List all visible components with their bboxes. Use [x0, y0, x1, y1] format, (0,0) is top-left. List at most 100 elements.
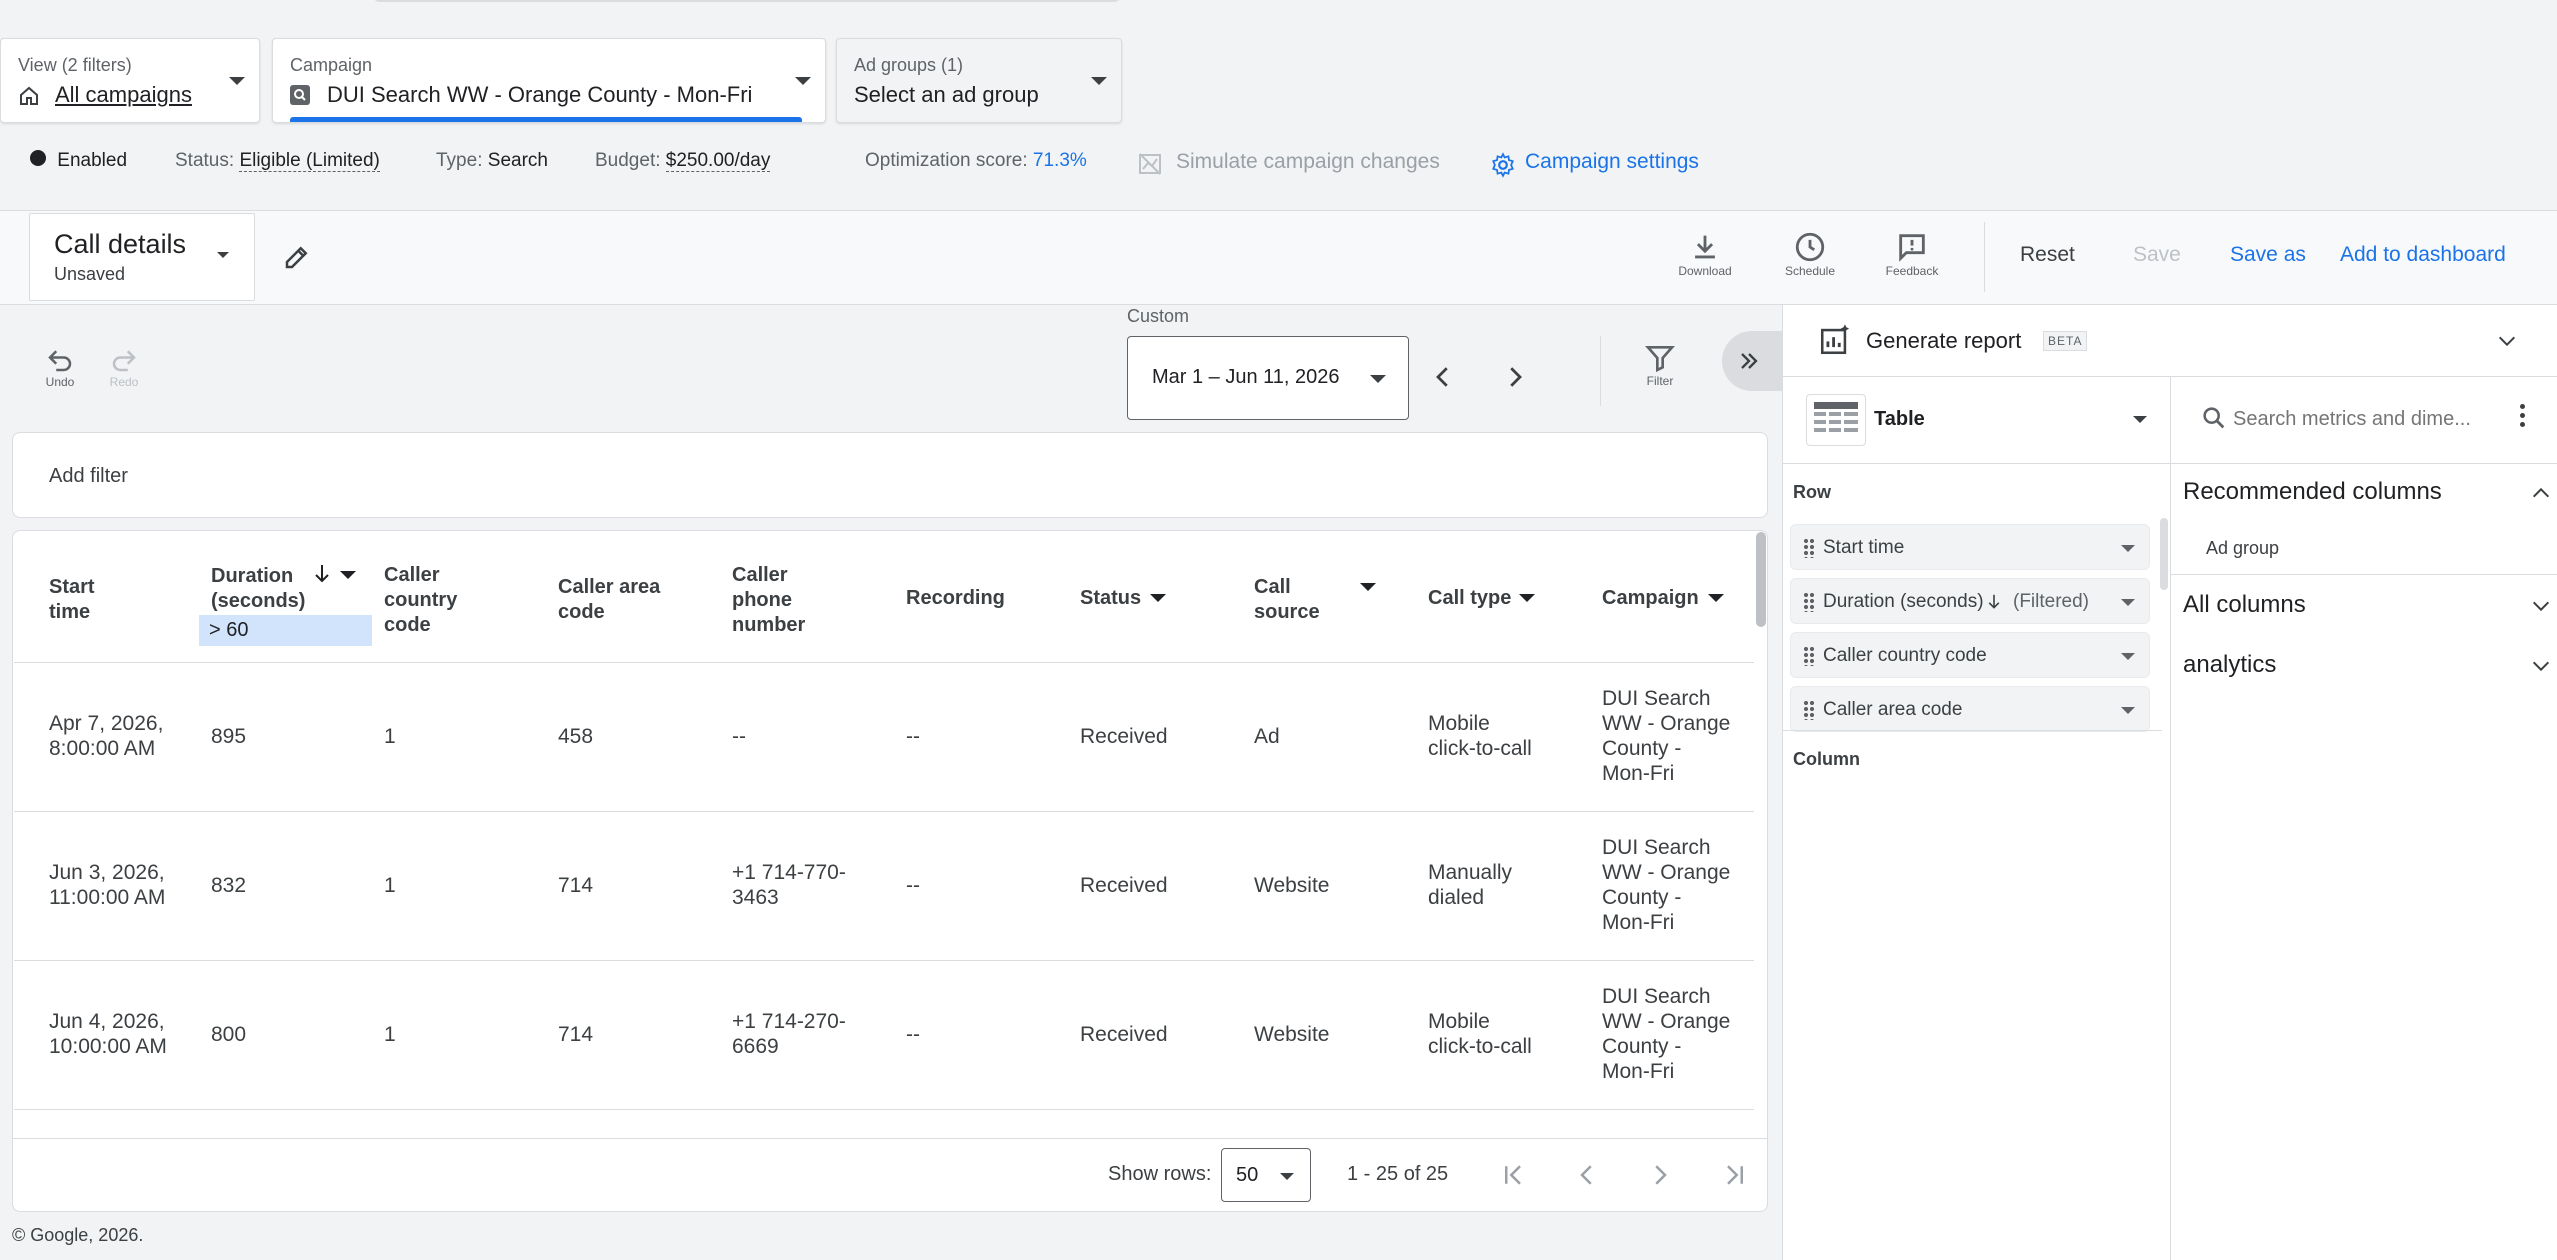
- cell-area-code: 458: [558, 725, 594, 748]
- cell-phone: --: [732, 725, 746, 748]
- search-metrics-input[interactable]: [2233, 404, 2473, 434]
- row-divider: [14, 811, 1754, 812]
- expand-panel-button[interactable]: [1722, 331, 1782, 391]
- type-value: Search: [487, 150, 548, 171]
- download-icon: [1688, 230, 1722, 264]
- previous-period-button[interactable]: [1428, 360, 1458, 394]
- schedule-button[interactable]: Schedule: [1775, 230, 1845, 278]
- row-chip-caller-country-code[interactable]: Caller country code: [1790, 632, 2150, 678]
- feedback-label: Feedback: [1885, 264, 1939, 278]
- drag-handle-icon[interactable]: [1803, 592, 1815, 612]
- first-page-button[interactable]: [1500, 1160, 1530, 1190]
- adgroup-label: Ad groups (1): [854, 55, 964, 75]
- adgroup-selector[interactable]: Ad groups (1) Select an ad group: [836, 38, 1122, 123]
- last-page-button[interactable]: [1718, 1160, 1748, 1190]
- header-type-menu[interactable]: [1519, 594, 1535, 602]
- view-value[interactable]: All campaigns: [55, 82, 192, 108]
- next-page-button[interactable]: [1645, 1160, 1675, 1190]
- header-caller-area-code[interactable]: Caller area code: [558, 575, 678, 625]
- generate-report-icon: [1818, 323, 1852, 357]
- previous-page-button[interactable]: [1572, 1160, 1602, 1190]
- row-chip-start-time[interactable]: Start time: [1790, 524, 2150, 570]
- row-chip-caller-area-code[interactable]: Caller area code: [1790, 686, 2150, 732]
- chevron-down-icon[interactable]: [2121, 707, 2135, 714]
- table-viz-icon: [1806, 394, 1866, 446]
- recommended-columns-header[interactable]: Recommended columns: [2183, 478, 2442, 506]
- chevron-down-icon[interactable]: [2527, 595, 2555, 617]
- undo-button[interactable]: Undo: [38, 345, 82, 389]
- date-range-selector[interactable]: Mar 1 – Jun 11, 2026: [1127, 336, 1409, 420]
- header-call-type[interactable]: Call type: [1428, 586, 1511, 611]
- chart-disabled-icon: [1138, 152, 1162, 176]
- chevron-down-icon[interactable]: [2121, 545, 2135, 552]
- header-duration[interactable]: Duration (seconds): [211, 564, 321, 614]
- generate-report-title[interactable]: Generate report: [1866, 328, 2021, 354]
- status-value[interactable]: Eligible (Limited): [239, 150, 380, 172]
- report-selector[interactable]: Call details Unsaved: [29, 213, 255, 301]
- save-as-button[interactable]: Save as: [2230, 243, 2306, 267]
- header-campaign[interactable]: Campaign: [1602, 586, 1699, 611]
- feedback-button[interactable]: Feedback: [1877, 230, 1947, 278]
- first-page-icon: [1505, 1165, 1521, 1185]
- top-search-bar[interactable]: [372, 0, 1122, 2]
- chevron-down-icon[interactable]: [2133, 416, 2147, 423]
- row-scrollbar[interactable]: [2160, 518, 2168, 590]
- chevron-down-icon[interactable]: [2121, 599, 2135, 606]
- header-start-time[interactable]: Start time: [49, 575, 139, 625]
- chevron-down-icon: [1091, 77, 1107, 85]
- filter-button[interactable]: Filter: [1640, 342, 1680, 388]
- reset-button[interactable]: Reset: [2020, 243, 2075, 267]
- budget-info: Budget: $250.00/day: [595, 150, 771, 180]
- header-recording[interactable]: Recording: [906, 586, 1005, 611]
- chevron-up-icon[interactable]: [2527, 482, 2555, 504]
- header-divider: [14, 662, 1754, 663]
- drag-handle-icon[interactable]: [1803, 700, 1815, 720]
- cell-call-type: Mobile click-to-call: [1428, 712, 1532, 760]
- header-status-menu[interactable]: [1150, 594, 1166, 602]
- filter-icon: [1644, 342, 1676, 374]
- view-selector[interactable]: View (2 filters) All campaigns: [0, 38, 260, 123]
- chevron-down-icon[interactable]: [2527, 655, 2555, 677]
- campaign-settings-link[interactable]: Campaign settings: [1490, 150, 1699, 180]
- header-duration-menu[interactable]: [340, 571, 356, 579]
- header-caller-country-code[interactable]: Caller country code: [384, 563, 484, 638]
- campaign-selector[interactable]: Campaign DUI Search WW - Orange County -…: [272, 38, 826, 123]
- header-campaign-menu[interactable]: [1708, 594, 1724, 602]
- add-to-dashboard-button[interactable]: Add to dashboard: [2340, 243, 2506, 267]
- rows-per-page-value: 50: [1236, 1164, 1259, 1186]
- duration-filter-highlight[interactable]: > 60: [199, 615, 372, 646]
- row-chip-duration[interactable]: Duration (seconds) (Filtered): [1790, 578, 2150, 624]
- save-button[interactable]: Save: [2133, 243, 2181, 267]
- collapse-panel-button[interactable]: [2493, 330, 2521, 352]
- header-caller-phone[interactable]: Caller phone number: [732, 563, 832, 638]
- recommended-item-ad-group[interactable]: Ad group: [2206, 538, 2279, 559]
- header-call-source[interactable]: Call source: [1254, 575, 1334, 625]
- visualization-selector[interactable]: Table: [1874, 408, 1925, 431]
- chevron-down-icon[interactable]: [2121, 653, 2135, 660]
- report-state: Unsaved: [54, 264, 126, 284]
- more-options-icon[interactable]: [2520, 404, 2526, 427]
- all-columns-header[interactable]: All columns: [2183, 591, 2306, 619]
- analytics-header[interactable]: analytics: [2183, 651, 2276, 679]
- opt-value[interactable]: 71.3%: [1033, 150, 1087, 171]
- drag-handle-icon[interactable]: [1803, 538, 1815, 558]
- rows-per-page-select[interactable]: 50: [1221, 1148, 1311, 1202]
- home-icon: [18, 86, 40, 106]
- search-divider: [2170, 463, 2557, 464]
- header-status[interactable]: Status: [1080, 586, 1141, 611]
- table-scrollbar[interactable]: [1756, 532, 1766, 627]
- download-button[interactable]: Download: [1670, 230, 1740, 278]
- budget-value[interactable]: $250.00/day: [665, 150, 771, 172]
- cell-start-time: Apr 7, 2026, 8:00:00 AM: [49, 712, 164, 760]
- cell-recording: --: [906, 1023, 920, 1046]
- drag-handle-icon[interactable]: [1803, 646, 1815, 666]
- arrow-down-icon: [312, 563, 332, 585]
- redo-button[interactable]: Redo: [102, 345, 146, 389]
- pencil-icon[interactable]: [282, 242, 312, 272]
- header-source-menu[interactable]: [1360, 583, 1376, 591]
- status-label: Status:: [175, 150, 235, 171]
- add-filter-input[interactable]: Add filter: [49, 465, 128, 488]
- next-period-button[interactable]: [1500, 360, 1530, 394]
- filter-bar[interactable]: Add filter: [12, 432, 1768, 518]
- download-label: Download: [1678, 264, 1732, 278]
